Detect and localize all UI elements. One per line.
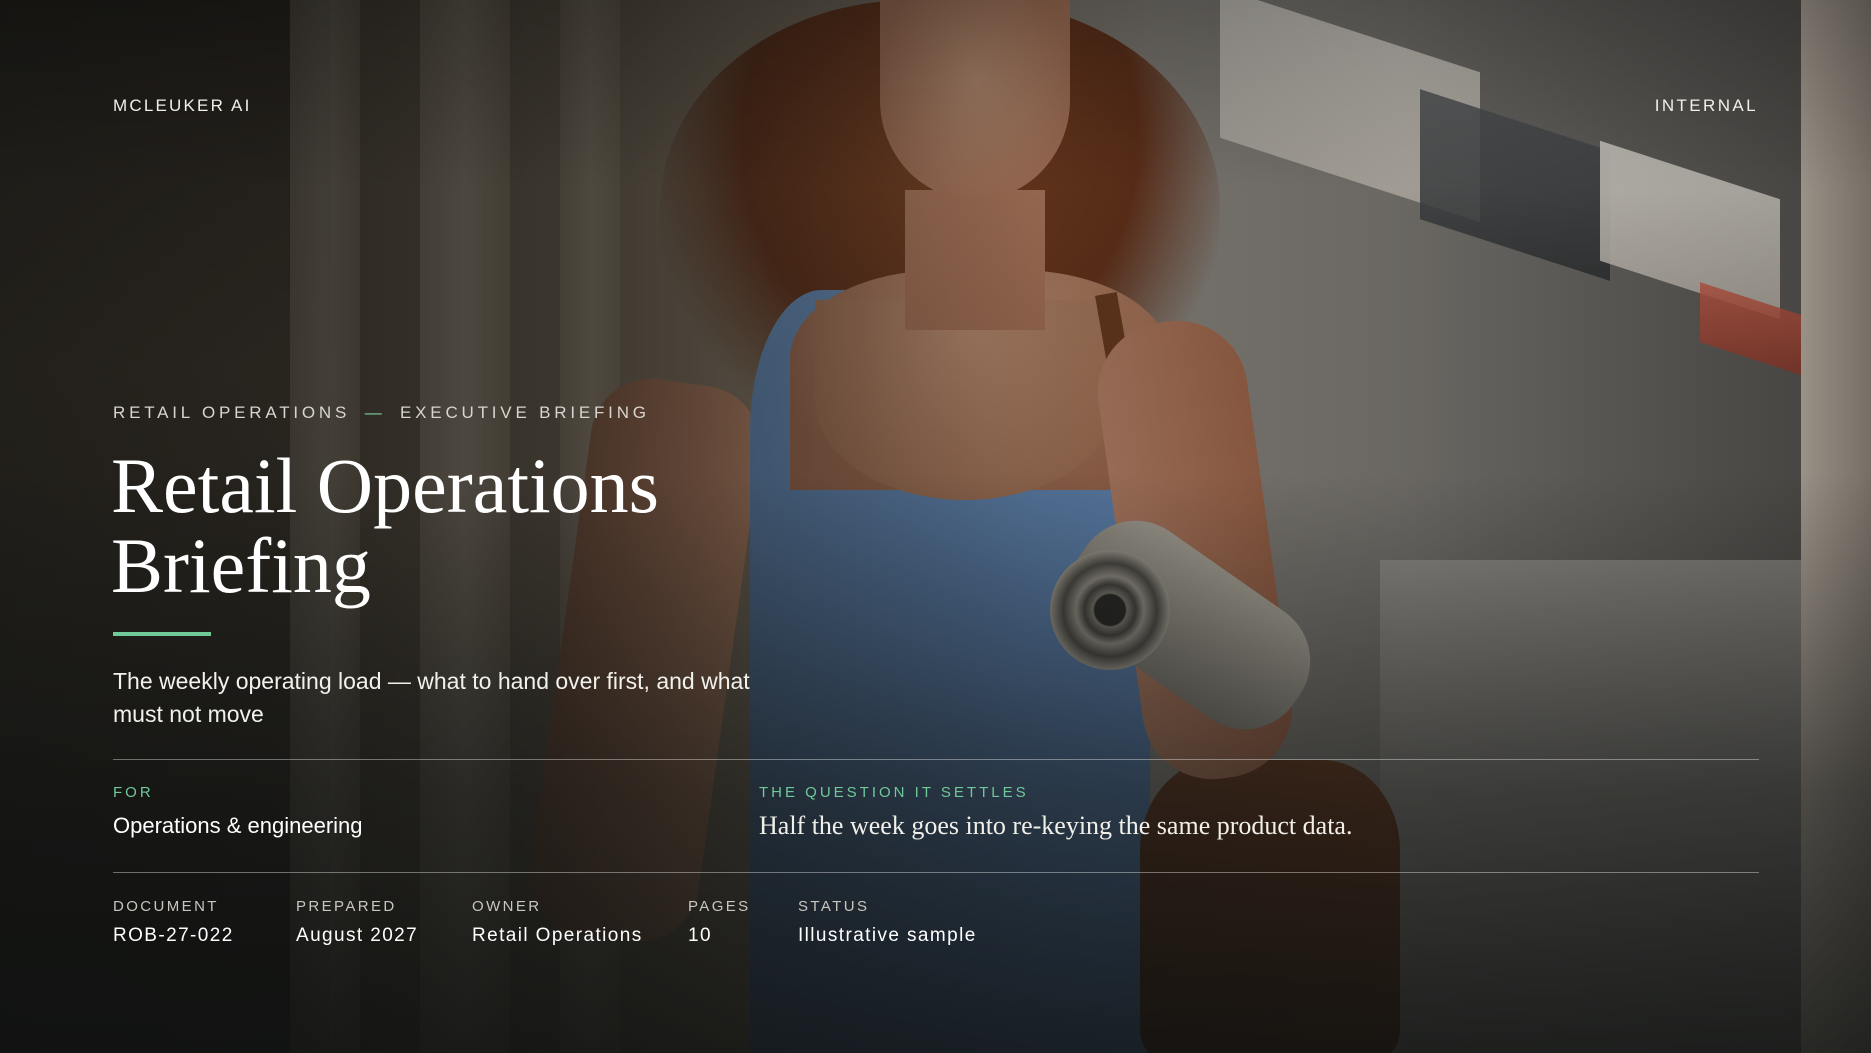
- meta-value: 10: [688, 925, 712, 946]
- eyebrow-section: RETAIL OPERATIONS: [113, 403, 351, 422]
- subtitle: The weekly operating load — what to hand…: [113, 668, 750, 727]
- meta-label: DOCUMENT: [113, 898, 219, 915]
- eyebrow-type: EXECUTIVE BRIEFING: [400, 403, 650, 422]
- divider: [113, 872, 1759, 873]
- title-line-2: Briefing: [111, 522, 371, 609]
- meta-value: Illustrative sample: [798, 925, 977, 946]
- question-value: Half the week goes into re-keying the sa…: [759, 811, 1353, 840]
- meta-value: ROB-27-022: [113, 925, 234, 946]
- audience-label: FOR: [113, 784, 154, 801]
- meta-document: DOCUMENT ROB-27-022: [113, 898, 234, 947]
- divider: [113, 759, 1759, 760]
- brand-name: MCLEUKER AI: [113, 96, 252, 115]
- meta-value: Retail Operations: [472, 925, 643, 946]
- classification-label: INTERNAL: [1654, 96, 1758, 115]
- page-title: Retail Operations Briefing: [111, 446, 751, 606]
- meta-pages: PAGES 10: [688, 898, 751, 947]
- eyebrow: RETAIL OPERATIONS — EXECUTIVE BRIEFING: [113, 403, 650, 423]
- meta-status: STATUS Illustrative sample: [798, 898, 977, 947]
- question-block: THE QUESTION IT SETTLES Half the week go…: [759, 784, 1352, 841]
- meta-label: OWNER: [472, 898, 542, 915]
- question-label: THE QUESTION IT SETTLES: [759, 784, 1029, 801]
- meta-prepared: PREPARED August 2027: [296, 898, 418, 947]
- audience-value: Operations & engineering: [113, 813, 363, 838]
- eyebrow-dash: —: [364, 403, 386, 422]
- meta-owner: OWNER Retail Operations: [472, 898, 643, 947]
- meta-label: PAGES: [688, 898, 751, 915]
- briefing-cover: MCLEUKER AI INTERNAL RETAIL OPERATIONS —…: [0, 0, 1871, 1053]
- meta-value: August 2027: [296, 925, 419, 946]
- audience-block: FOR Operations & engineering: [113, 784, 363, 839]
- accent-rule: [113, 632, 211, 636]
- title-line-1: Retail Operations: [111, 442, 660, 529]
- meta-label: PREPARED: [296, 898, 397, 915]
- meta-label: STATUS: [798, 898, 870, 915]
